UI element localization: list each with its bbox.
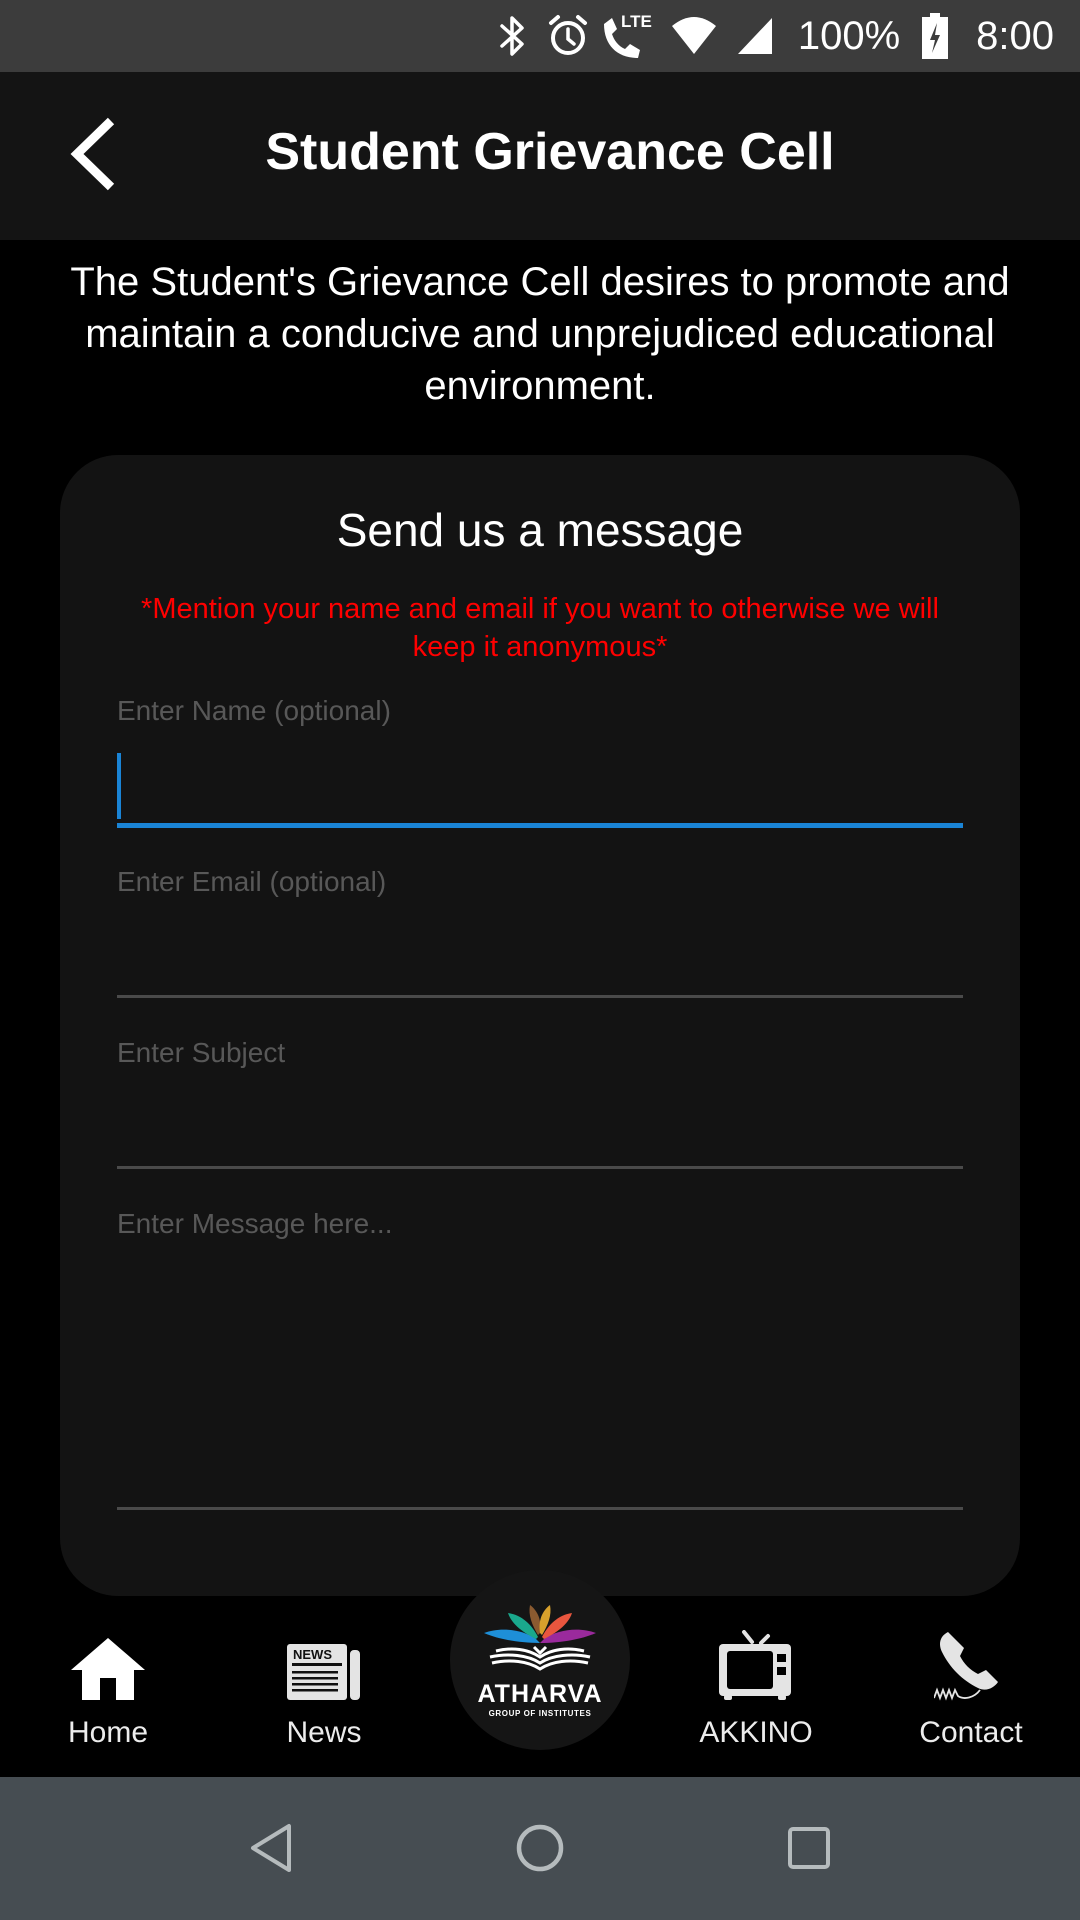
email-field[interactable]: Enter Email (optional) xyxy=(117,866,963,998)
name-field-placeholder: Enter Name (optional) xyxy=(117,695,391,726)
square-recents-icon xyxy=(787,1826,831,1875)
triangle-back-icon xyxy=(249,1823,293,1878)
nav-label-news: News xyxy=(286,1716,362,1749)
lte-call-icon: LTE xyxy=(600,0,656,72)
nav-item-news[interactable]: NEWS News xyxy=(234,1626,414,1766)
svg-text:NEWS: NEWS xyxy=(293,1647,332,1662)
phone-icon xyxy=(934,1626,1008,1702)
message-field[interactable]: Enter Message here... xyxy=(117,1208,963,1510)
message-form-card: Send us a message *Mention your name and… xyxy=(60,455,1020,1596)
app-bar: Student Grievance Cell xyxy=(0,72,1080,240)
tv-icon xyxy=(719,1626,793,1702)
nav-label-contact: Contact xyxy=(919,1716,1023,1749)
system-back-button[interactable] xyxy=(231,1817,311,1883)
page-title: Student Grievance Cell xyxy=(265,123,835,181)
anonymity-note: *Mention your name and email if you want… xyxy=(141,593,939,663)
nav-label-akkino: AKKINO xyxy=(699,1716,813,1749)
circle-home-icon xyxy=(515,1823,565,1878)
system-home-button[interactable] xyxy=(500,1817,580,1883)
name-field[interactable]: Enter Name (optional) xyxy=(117,695,963,828)
intro-text: The Student's Grievance Cell desires to … xyxy=(70,260,1010,408)
atharva-logo-icon xyxy=(478,1603,602,1678)
system-recents-button[interactable] xyxy=(769,1817,849,1883)
logo-subtitle: GROUP OF INSTITUTES xyxy=(488,1708,592,1718)
bluetooth-icon xyxy=(498,0,528,72)
nav-item-home[interactable]: Home xyxy=(18,1626,198,1766)
atharva-logo-button[interactable]: ATHARVA GROUP OF INSTITUTES xyxy=(450,1570,630,1750)
subject-field[interactable]: Enter Subject xyxy=(117,1037,963,1169)
nav-item-contact[interactable]: Contact xyxy=(881,1626,1061,1766)
cell-signal-icon xyxy=(736,0,774,72)
subject-field-underline xyxy=(117,1166,963,1169)
battery-percentage: 100% xyxy=(797,13,901,58)
home-icon xyxy=(71,1626,145,1702)
nav-item-akkino[interactable]: AKKINO xyxy=(666,1626,846,1766)
wifi-icon xyxy=(670,0,718,72)
name-field-underline xyxy=(117,823,963,828)
name-input[interactable] xyxy=(117,753,963,819)
alarm-icon xyxy=(546,0,590,72)
svg-text:LTE: LTE xyxy=(621,12,652,31)
email-field-underline xyxy=(117,995,963,998)
email-input[interactable] xyxy=(117,924,963,990)
message-field-placeholder: Enter Message here... xyxy=(117,1208,393,1239)
subject-input[interactable] xyxy=(117,1095,963,1161)
email-field-placeholder: Enter Email (optional) xyxy=(117,866,387,897)
logo-name: ATHARVA xyxy=(477,1679,603,1708)
system-navigation-bar xyxy=(0,1777,1080,1920)
subject-field-placeholder: Enter Subject xyxy=(117,1037,286,1068)
message-textarea[interactable] xyxy=(117,1258,963,1498)
battery-charging-icon xyxy=(922,0,949,72)
newspaper-icon: NEWS xyxy=(287,1626,361,1702)
status-bar: LTE 100% 8:00 xyxy=(0,0,1080,72)
clock: 8:00 xyxy=(976,13,1054,58)
form-title: Send us a message xyxy=(336,504,744,556)
nav-label-home: Home xyxy=(67,1716,149,1749)
message-field-underline xyxy=(117,1507,963,1510)
